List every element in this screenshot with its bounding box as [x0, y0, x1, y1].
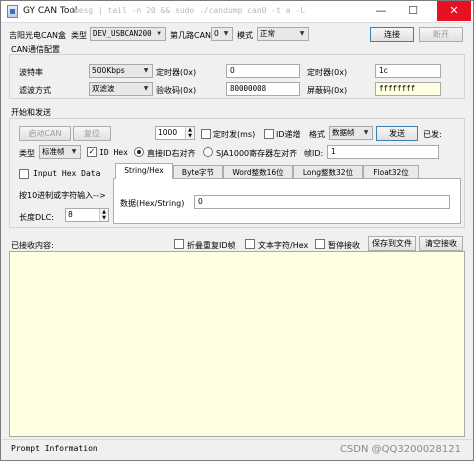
spin-arrows-icon[interactable]: ▲ ▼	[99, 209, 108, 221]
fold-duplicate-checkbox[interactable]	[174, 239, 184, 249]
id-hex-label: ID Hex	[99, 148, 128, 157]
spin-arrows-icon[interactable]: ▲ ▼	[185, 127, 194, 139]
frame-id-input[interactable]: 1	[327, 145, 439, 159]
dlc-input[interactable]: 8 ▲ ▼	[65, 208, 109, 222]
maximize-button[interactable]: ☐	[399, 1, 427, 21]
prompt-information: Prompt Information	[11, 444, 98, 453]
baud-select[interactable]: 500Kbps ▼	[89, 64, 153, 78]
save-to-file-button[interactable]: 保存到文件	[368, 236, 416, 251]
mask-input[interactable]: ffffffff	[375, 82, 441, 96]
tab-string-hex[interactable]: String/Hex	[115, 163, 173, 179]
start-can-button[interactable]: 启动CAN	[19, 126, 71, 141]
app-icon	[7, 5, 18, 18]
tab-long32[interactable]: Long整数32位	[293, 165, 363, 179]
chevron-down-icon: ▼	[363, 129, 369, 136]
timer1-label: 定时器(0x)	[307, 68, 348, 77]
timed-send-label: 定时发(ms)	[213, 130, 256, 139]
background-terminal-text: dmesg | tail -n 20 && sudo ./candump can…	[69, 6, 306, 15]
watermark: CSDN @QQ3200028121	[339, 444, 461, 455]
baud-value: 500Kbps	[92, 66, 125, 75]
right-align-label: 直接ID右对齐	[147, 149, 196, 158]
device-type-select[interactable]: DEV_USBCAN200 ▼	[90, 27, 166, 41]
right-align-radio[interactable]	[134, 147, 144, 157]
chevron-down-icon: ▼	[157, 30, 161, 37]
chevron-down-icon: ▼	[143, 85, 149, 92]
acc-code-input[interactable]: 80000008	[226, 82, 300, 96]
mode-select[interactable]: 正常 ▼	[257, 27, 309, 41]
device-type-value: DEV_USBCAN200	[93, 29, 152, 38]
pause-receive-label: 暂停接收	[328, 241, 360, 250]
chevron-down-icon: ▼	[71, 148, 77, 155]
input-hex-checkbox[interactable]	[19, 169, 29, 179]
dlc-value: 8	[68, 210, 73, 219]
interval-value: 1000	[158, 128, 178, 137]
filter-mode-label: 滤波方式	[19, 86, 51, 95]
mode-value: 正常	[260, 29, 275, 38]
id-increment-label: ID递增	[276, 130, 301, 139]
sja1000-align-radio[interactable]	[203, 147, 213, 157]
close-button[interactable]: ✕	[437, 1, 471, 21]
filter-mode-select[interactable]: 双滤波 ▼	[89, 82, 153, 96]
minimize-button[interactable]: —	[367, 1, 395, 21]
tab-float32[interactable]: Float32位	[363, 165, 419, 179]
baud-label: 波特率	[19, 68, 43, 77]
reset-button[interactable]: 复位	[73, 126, 111, 141]
main-window: GY CAN Tool dmesg | tail -n 20 && sudo .…	[0, 0, 474, 461]
send-section-title: 开始和发送	[11, 108, 51, 117]
tab-byte[interactable]: Byte字节	[173, 165, 223, 179]
channel-label: 第几路CAN	[170, 31, 212, 40]
dlc-label: 长度DLC:	[19, 213, 54, 222]
id-increment-checkbox[interactable]	[264, 129, 274, 139]
channel-value: 0	[214, 29, 219, 38]
mask-label: 屏蔽码(0x)	[307, 86, 348, 95]
timer0-input[interactable]: 0	[226, 64, 300, 78]
pause-receive-checkbox[interactable]	[315, 239, 325, 249]
mode-label: 模式	[237, 31, 253, 40]
receive-textarea[interactable]	[9, 251, 465, 437]
interval-input[interactable]: 1000 ▲ ▼	[155, 126, 195, 140]
chevron-down-icon: ▼	[299, 30, 305, 37]
acc-code-label: 验收码(0x)	[156, 86, 197, 95]
sent-count-label: 已发:	[423, 130, 442, 139]
title-bar: GY CAN Tool dmesg | tail -n 20 && sudo .…	[1, 1, 473, 23]
frame-type-label: 类型	[19, 149, 35, 158]
frame-type-select[interactable]: 标准帧 ▼	[39, 145, 81, 159]
chevron-down-icon: ▼	[223, 30, 229, 37]
fold-duplicate-label: 折叠重复ID帧	[187, 241, 236, 250]
connect-button[interactable]: 连接	[370, 27, 414, 42]
format-label: 格式	[309, 130, 325, 139]
disconnect-button[interactable]: 断开	[419, 27, 463, 42]
type-label: 类型	[71, 31, 87, 40]
tab-word16[interactable]: Word整数16位	[223, 165, 293, 179]
channel-select[interactable]: 0 ▼	[211, 27, 233, 41]
timed-send-checkbox[interactable]	[201, 129, 211, 139]
input-prompt-label: 按10进制或字符输入-->	[19, 191, 106, 200]
data-input[interactable]: 0	[194, 195, 450, 209]
clear-receive-button[interactable]: 清空接收	[419, 236, 463, 251]
data-label: 数据(Hex/String)	[120, 199, 185, 208]
format-value: 数据帧	[332, 128, 355, 137]
frame-id-label: 帧ID:	[304, 149, 324, 158]
timer1-input[interactable]: 1c	[375, 64, 441, 78]
send-button[interactable]: 发送	[376, 126, 418, 141]
text-hex-label: 文本字符/Hex	[258, 241, 309, 250]
filter-mode-value: 双滤波	[92, 84, 115, 93]
sja1000-align-label: SJA1000寄存器左对齐	[216, 149, 298, 158]
receive-label: 已接收内容:	[11, 241, 54, 250]
input-hex-label: Input Hex Data	[33, 169, 101, 178]
chevron-down-icon: ▼	[143, 67, 149, 74]
format-select[interactable]: 数据帧 ▼	[329, 126, 373, 140]
device-label: 吉阳光电CAN盒	[9, 31, 67, 40]
id-hex-checkbox[interactable]: ✓	[87, 147, 97, 157]
frame-type-value: 标准帧	[42, 147, 65, 156]
text-hex-checkbox[interactable]	[245, 239, 255, 249]
tab-panel: 数据(Hex/String) 0	[113, 178, 461, 224]
timer0-label: 定时器(0x)	[156, 68, 197, 77]
